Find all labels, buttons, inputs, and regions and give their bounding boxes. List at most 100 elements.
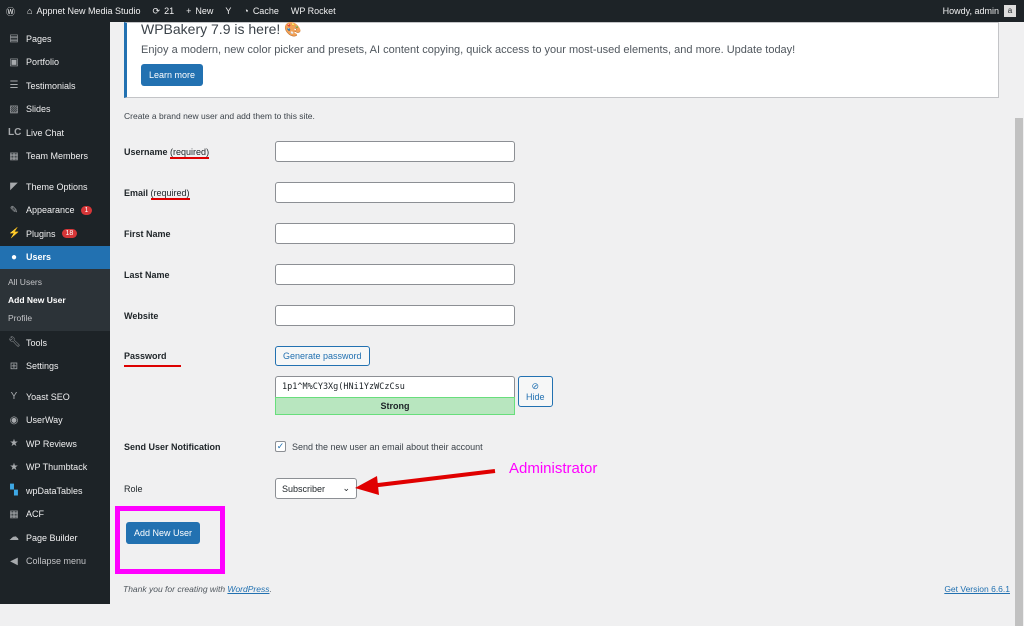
first-name-label: First Name [124, 228, 171, 239]
menu-pages[interactable]: ▤ Pages [0, 27, 110, 51]
first-name-input[interactable] [275, 223, 515, 244]
role-label: Role [124, 483, 143, 494]
menu-wp-reviews[interactable]: ★ WP Reviews [0, 432, 110, 456]
admin-sidebar: ▤ Pages ▣ Portfolio ☰ Testimonials ▨ Slides … [0, 22, 110, 604]
website-input[interactable] [275, 305, 515, 326]
main-content: WPBakery 7.9 is here! 🎨 Enjoy a modern, … [110, 21, 1024, 604]
notification-text: Send the new user an email about their a… [292, 441, 483, 452]
gauge-icon: ◔ [243, 6, 249, 16]
menu-users[interactable]: ● Users [0, 245, 110, 269]
website-label: Website [124, 310, 159, 321]
table-icon: ▚ [10, 485, 18, 497]
star-icon: ★ [9, 461, 19, 473]
notification-checkbox[interactable]: ✓ [275, 441, 286, 452]
star-icon: ★ [9, 438, 19, 450]
annotation-text: Administrator [509, 460, 598, 477]
pages-icon: ▤ [9, 33, 19, 45]
intro-text: Create a brand new user and add them to … [124, 111, 315, 121]
builder-icon: ☁ [9, 532, 19, 544]
wp-logo-icon[interactable]: Ⓦ [0, 0, 21, 22]
menu-page-builder[interactable]: ☁ Page Builder [0, 526, 110, 550]
notification-row: Send User Notification ✓ Send the new user… [124, 441, 483, 452]
notice-title: WPBakery 7.9 is here! 🎨 [141, 21, 302, 37]
menu-portfolio[interactable]: ▣ Portfolio [0, 51, 110, 75]
add-new-user-button[interactable]: Add New User [126, 522, 201, 544]
submenu-all-users[interactable]: All Users [0, 273, 110, 291]
new-content-link[interactable]: + New [180, 0, 219, 22]
account-menu[interactable]: Howdy, admin a [943, 5, 1024, 17]
userway-icon: ◉ [9, 414, 19, 426]
password-input[interactable]: 1p1^M%CY3Xg(HNi1YzWCzCsu [275, 376, 515, 397]
site-name-link[interactable]: ⌂ Appnet New Media Studio [21, 0, 147, 22]
menu-tools[interactable]: 🔧︎ Tools [0, 331, 110, 355]
livechat-icon: LC [8, 127, 22, 139]
wrench-icon: 🔧︎ [8, 337, 21, 349]
generate-password-button[interactable]: Generate password [275, 346, 370, 366]
submenu-add-new-user[interactable]: Add New User [0, 291, 110, 309]
hide-password-button[interactable]: ⊘ Hide [518, 376, 553, 407]
last-name-input[interactable] [275, 264, 515, 285]
menu-wpdatatables[interactable]: ▚ wpDataTables [0, 479, 110, 503]
menu-testimonials[interactable]: ☰ Testimonials [0, 74, 110, 98]
notification-label: Send User Notification [124, 441, 221, 452]
settings-icon: ⊞ [9, 360, 19, 372]
appearance-badge: 1 [80, 205, 93, 215]
email-input[interactable] [275, 182, 515, 203]
acf-icon: ▦ [9, 508, 19, 520]
wordpress-link[interactable]: WordPress [227, 584, 269, 594]
collapse-menu[interactable]: ◀ Collapse menu [0, 550, 110, 574]
menu-live-chat[interactable]: LC Live Chat [0, 121, 110, 145]
menu-theme-options[interactable]: ◤ Theme Options [0, 175, 110, 199]
password-label: Password [124, 351, 275, 367]
testimonials-icon: ☰ [9, 80, 19, 92]
role-row: Role Subscriber ⌄ [124, 478, 357, 499]
website-row: Website [124, 305, 515, 326]
home-icon: ⌂ [27, 6, 33, 16]
role-select[interactable]: Subscriber ⌄ [275, 478, 357, 499]
password-row: Password Generate password [124, 346, 370, 367]
team-icon: ▦ [9, 150, 19, 162]
updates-link[interactable]: ⟳ 21 [147, 0, 181, 22]
avatar: a [1004, 5, 1016, 17]
last-name-row: Last Name [124, 264, 515, 285]
submenu-profile[interactable]: Profile [0, 309, 110, 327]
menu-slides[interactable]: ▨ Slides [0, 98, 110, 122]
username-row: Username (required) [124, 141, 515, 162]
notice-text: Enjoy a modern, new color picker and pre… [141, 44, 796, 56]
slides-icon: ▨ [9, 103, 19, 115]
menu-team-members[interactable]: ▦ Team Members [0, 145, 110, 169]
menu-yoast[interactable]: Y Yoast SEO [0, 385, 110, 409]
last-name-label: Last Name [124, 269, 170, 280]
eye-slash-icon: ⊘ [531, 381, 540, 391]
theme-icon: ◤ [10, 181, 18, 193]
brush-icon: ✎ [9, 204, 19, 216]
first-name-row: First Name [124, 223, 515, 244]
menu-acf[interactable]: ▦ ACF [0, 503, 110, 527]
updates-icon: ⟳ [152, 5, 161, 16]
scrollbar[interactable] [1014, 22, 1024, 626]
portfolio-icon: ▣ [9, 56, 19, 68]
learn-more-button[interactable]: Learn more [141, 64, 204, 86]
collapse-icon: ◀ [10, 555, 18, 567]
email-label: Email (required) [124, 187, 190, 200]
menu-wp-thumbtack[interactable]: ★ WP Thumbtack [0, 456, 110, 480]
username-label: Username (required) [124, 146, 210, 159]
user-icon: ● [10, 251, 18, 263]
chevron-down-icon: ⌄ [342, 483, 350, 493]
plugin-icon: ⚡ [8, 228, 21, 240]
users-submenu: All Users Add New User Profile [0, 269, 110, 331]
menu-settings[interactable]: ⊞ Settings [0, 355, 110, 379]
annotation-arrow [355, 469, 496, 495]
cache-link[interactable]: ◔ Cache [237, 0, 284, 22]
wpbakery-notice: WPBakery 7.9 is here! 🎨 Enjoy a modern, … [124, 21, 999, 98]
scrollbar-thumb[interactable] [1015, 118, 1023, 626]
menu-userway[interactable]: ◉ UserWay [0, 409, 110, 433]
wp-rocket-link[interactable]: WP Rocket [285, 0, 342, 22]
menu-plugins[interactable]: ⚡ Plugins 18 [0, 222, 110, 246]
username-input[interactable] [275, 141, 515, 162]
yoast-icon[interactable]: Y [219, 0, 237, 22]
get-version-link[interactable]: Get Version 6.6.1 [944, 584, 1010, 594]
admin-bar: Ⓦ ⌂ Appnet New Media Studio ⟳ 21 + New Y ◔ C… [0, 0, 1024, 22]
menu-appearance[interactable]: ✎ Appearance 1 [0, 199, 110, 223]
password-strength: Strong [275, 397, 515, 415]
